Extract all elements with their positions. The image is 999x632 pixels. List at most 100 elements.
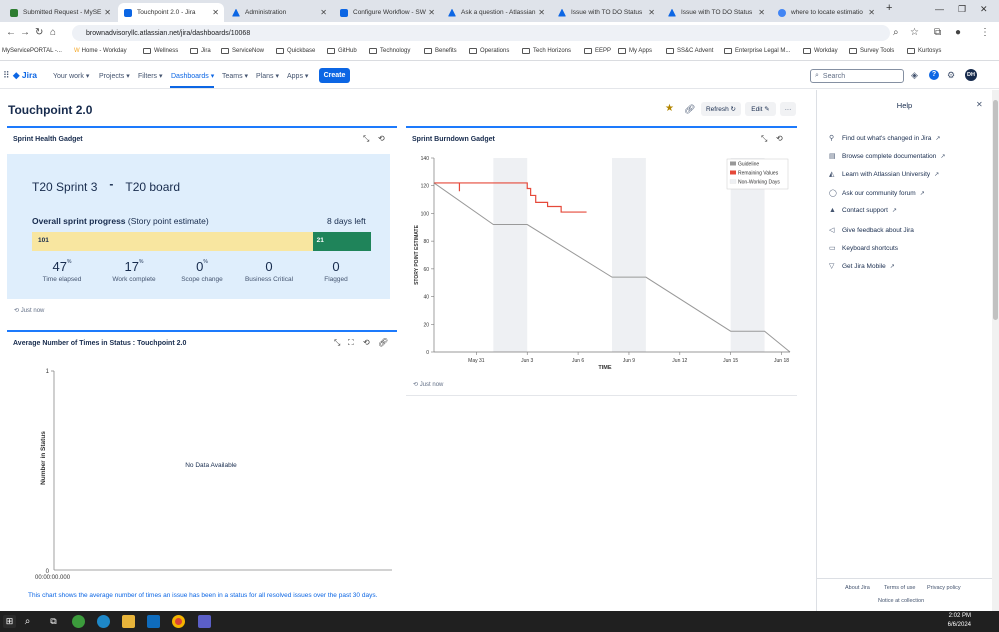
scrollbar-thumb[interactable] — [993, 100, 998, 320]
bookmark-item[interactable]: Survey Tools — [849, 48, 894, 54]
app-switcher-icon[interactable]: ⠿ — [3, 70, 10, 81]
close-tab-icon[interactable]: ✕ — [648, 8, 655, 17]
help-item-whats-changed[interactable]: ⚲ Find out what's changed in Jira ↗ — [829, 134, 940, 143]
browser-tab-2[interactable]: Touchpoint 2.0 - Jira ✕ — [118, 3, 224, 22]
nav-plans[interactable]: Plans ▾ — [256, 72, 279, 80]
browser-tab-4[interactable]: Configure Workflow - SW ✕ — [334, 3, 440, 22]
close-tab-icon[interactable]: ✕ — [868, 8, 875, 17]
bookmark-item[interactable]: W Home - Workday — [74, 48, 127, 54]
refresh-gadget-icon[interactable]: ⟲ — [776, 134, 783, 143]
help-item-documentation[interactable]: ▤ Browse complete documentation ↗ — [829, 152, 945, 161]
notice-link[interactable]: Notice at collection — [878, 598, 924, 604]
help-item-university[interactable]: ◭ Learn with Atlassian University ↗ — [829, 170, 939, 179]
bookmark-item[interactable]: Operations — [469, 48, 509, 54]
refresh-gadget-icon[interactable]: ⟲ — [378, 134, 385, 143]
help-icon[interactable]: ? — [929, 70, 939, 80]
help-item-shortcuts[interactable]: ▭ Keyboard shortcuts — [829, 244, 898, 253]
nav-your-work[interactable]: Your work ▾ — [53, 72, 89, 80]
refresh-button[interactable]: Refresh ↻ — [701, 102, 741, 116]
create-button[interactable]: Create — [319, 68, 350, 83]
windows-start-icon[interactable]: ⊞ — [3, 615, 16, 628]
link-icon[interactable]: 🔗︎ — [378, 338, 388, 347]
bookmark-item[interactable]: Kurtosys — [907, 48, 941, 54]
star-icon[interactable]: ★ — [665, 103, 674, 114]
page-scrollbar[interactable] — [992, 90, 999, 611]
url-bar[interactable]: brownadvisoryllc.atlassian.net/jira/dash… — [72, 25, 890, 41]
nav-teams[interactable]: Teams ▾ — [222, 72, 248, 80]
bookmark-item[interactable]: Wellness — [143, 48, 178, 54]
bookmark-item[interactable]: Quickbase — [276, 48, 315, 54]
bookmark-item[interactable]: GitHub — [327, 48, 357, 54]
nav-projects[interactable]: Projects ▾ — [99, 72, 130, 80]
maximize-icon[interactable]: ❐ — [958, 4, 966, 15]
minimize-icon[interactable]: — — [935, 4, 944, 14]
home-icon[interactable]: ⌂ — [50, 27, 56, 38]
browser-tab-8[interactable]: where to locate estimatio ✕ — [772, 3, 880, 22]
browser-tab-6[interactable]: Issue with TO DO Status ✕ — [552, 3, 660, 22]
minimize-gadget-icon[interactable]: ⤡ — [334, 338, 340, 348]
globe-app-icon[interactable] — [72, 615, 85, 628]
help-item-feedback[interactable]: ◁ Give feedback about Jira — [829, 226, 914, 235]
close-help-icon[interactable]: ✕ — [976, 100, 983, 109]
minimize-gadget-icon[interactable]: ⤡ — [761, 134, 767, 144]
browser-tab-3[interactable]: Administration ✕ — [226, 3, 332, 22]
zoom-icon[interactable]: ⌕ — [893, 27, 899, 38]
nav-filters[interactable]: Filters ▾ — [138, 72, 163, 80]
bookmark-item[interactable]: EEPP — [584, 48, 611, 54]
bookmark-star-icon[interactable]: ☆ — [910, 27, 919, 38]
bookmark-item[interactable]: MyServicePORTAL -... — [2, 48, 62, 54]
notifications-icon[interactable]: ◈ — [911, 70, 918, 81]
bookmark-item[interactable]: Jira — [190, 48, 211, 54]
close-tab-icon[interactable]: ✕ — [538, 8, 545, 17]
bookmark-item[interactable]: ServiceNow — [221, 48, 264, 54]
settings-gear-icon[interactable]: ⚙ — [947, 70, 955, 81]
reload-icon[interactable]: ↻ — [35, 27, 43, 38]
close-tab-icon[interactable]: ✕ — [758, 8, 765, 17]
browser-tab-7[interactable]: Issue with TO DO Status ✕ — [662, 3, 770, 22]
bookmark-item[interactable]: Technology — [369, 48, 410, 54]
bookmark-item[interactable]: Enterprise Legal M... — [724, 48, 790, 54]
browser-menu-icon[interactable]: ⋮ — [980, 27, 990, 38]
new-tab-button[interactable]: + — [886, 2, 892, 14]
extensions-icon[interactable]: ⧉ — [934, 27, 941, 38]
edge-icon[interactable] — [97, 615, 110, 628]
minimize-gadget-icon[interactable]: ⤡ — [363, 134, 369, 144]
more-actions-button[interactable]: ··· — [780, 102, 796, 116]
close-tab-icon[interactable]: ✕ — [428, 8, 435, 17]
bookmark-item[interactable]: My Apps — [618, 48, 652, 54]
browser-tab-5[interactable]: Ask a question - Atlassian ✕ — [442, 3, 550, 22]
search-icon[interactable]: ⌕ — [21, 615, 34, 628]
avatar[interactable]: DH — [965, 69, 977, 81]
close-tab-icon[interactable]: ✕ — [104, 8, 111, 17]
privacy-link[interactable]: Privacy policy — [927, 585, 961, 591]
help-item-mobile[interactable]: ▽ Get Jira Mobile ↗ — [829, 262, 895, 271]
chrome-icon[interactable] — [172, 615, 185, 628]
about-jira-link[interactable]: About Jira — [845, 585, 870, 591]
outlook-icon[interactable] — [147, 615, 160, 628]
jira-logo[interactable]: ◆ Jira — [13, 70, 37, 81]
bookmark-item[interactable]: Benefits — [424, 48, 457, 54]
bookmark-item[interactable]: Workday — [803, 48, 838, 54]
search-input[interactable]: ⌕ Search — [810, 69, 904, 83]
close-window-icon[interactable]: ✕ — [980, 4, 988, 15]
file-explorer-icon[interactable] — [122, 615, 135, 628]
help-item-community[interactable]: ◯ Ask our community forum ↗ — [829, 189, 925, 198]
browser-tab-1[interactable]: Submitted Request - MySE ✕ — [4, 3, 116, 22]
nav-apps[interactable]: Apps ▾ — [287, 72, 308, 80]
edit-button[interactable]: Edit ✎ — [745, 102, 776, 116]
terms-link[interactable]: Terms of use — [884, 585, 915, 591]
back-icon[interactable]: ← — [6, 27, 16, 38]
bookmark-item[interactable]: Tech Horizons — [522, 48, 571, 54]
close-tab-icon[interactable]: ✕ — [212, 8, 219, 17]
nav-dashboards[interactable]: Dashboards ▾ — [171, 72, 214, 80]
close-tab-icon[interactable]: ✕ — [320, 8, 327, 17]
forward-icon[interactable]: → — [20, 27, 30, 38]
task-view-icon[interactable]: ⧉ — [47, 615, 60, 628]
link-icon[interactable]: 🔗︎ — [684, 104, 695, 115]
refresh-gadget-icon[interactable]: ⟲ — [363, 338, 370, 347]
expand-gadget-icon[interactable]: ⛶ — [348, 338, 354, 348]
bookmark-item[interactable]: SS&C Advent — [666, 48, 713, 54]
teams-icon[interactable] — [198, 615, 211, 628]
profile-icon[interactable]: ● — [955, 27, 961, 38]
help-item-support[interactable]: ▲ Contact support ↗ — [829, 207, 897, 214]
